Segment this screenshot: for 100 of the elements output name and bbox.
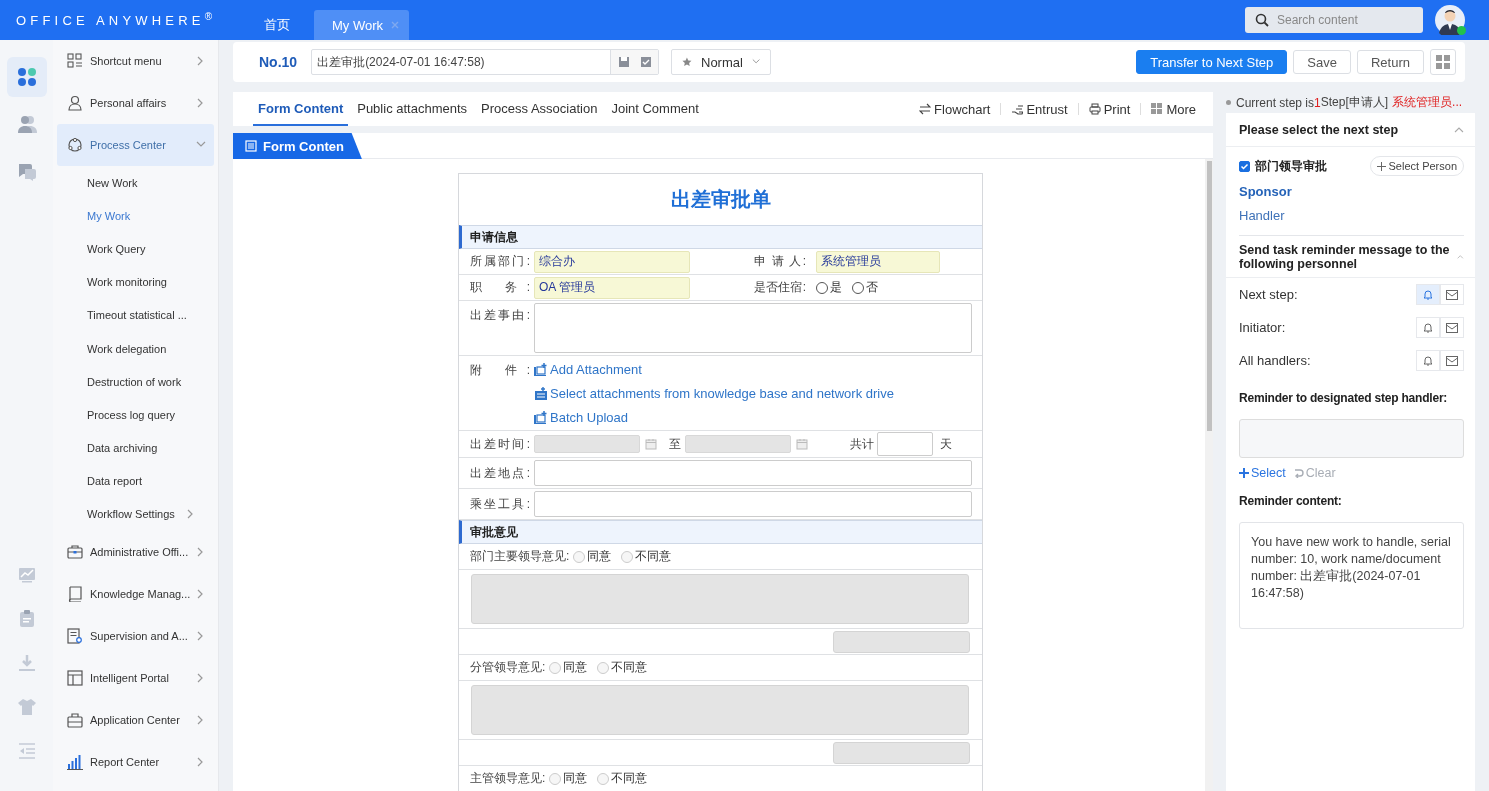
- flow-arrows-icon: [919, 103, 932, 115]
- toolbar-button[interactable]: Return: [1356, 50, 1424, 74]
- grid-icon: [67, 53, 83, 69]
- input-field[interactable]: [534, 491, 972, 517]
- menu-item[interactable]: Application Center: [57, 699, 214, 742]
- print-icon: [1088, 103, 1101, 115]
- field-label: 出差时间:: [470, 435, 530, 453]
- role-option[interactable]: Sponsor: [1239, 179, 1464, 203]
- field-label: 是否住宿:: [754, 279, 806, 296]
- reminder-text-area[interactable]: You have new work to handle, serial number: 10, work name/document number: 出差审批(2024-07-01 16:47:58): [1239, 522, 1464, 629]
- search-field[interactable]: Search content: [1245, 7, 1423, 33]
- signature-field[interactable]: [833, 741, 970, 764]
- menu-item[interactable]: Shortcut menu: [57, 40, 214, 82]
- reminder-label: Next step:: [1239, 287, 1298, 302]
- document-number: No.10: [259, 54, 298, 70]
- role-option[interactable]: Handler: [1239, 203, 1464, 227]
- handler-field[interactable]: [1239, 419, 1464, 458]
- bar-chart-icon: [67, 754, 83, 771]
- value-field[interactable]: 系统管理员: [816, 250, 940, 273]
- form-tab[interactable]: Public attachments: [352, 92, 473, 126]
- mail-toggle[interactable]: [1440, 350, 1464, 371]
- submenu-item[interactable]: Work delegation: [57, 331, 214, 366]
- menu-item[interactable]: Knowledge Manag...: [57, 573, 214, 616]
- submenu-item[interactable]: Process log query: [57, 398, 214, 432]
- attachment-link[interactable]: Batch Upload: [534, 405, 894, 429]
- comment-area[interactable]: [471, 685, 969, 735]
- menu-item[interactable]: Intelligent Portal: [57, 657, 214, 700]
- step-checkbox[interactable]: 部门领导审批: [1239, 157, 1327, 175]
- bell-toggle[interactable]: [1416, 317, 1440, 338]
- toolbar-link[interactable]: Print: [1088, 92, 1131, 126]
- calendar-icon[interactable]: [645, 438, 657, 450]
- avatar[interactable]: [1435, 5, 1465, 35]
- toolbar-link[interactable]: Flowchart: [919, 92, 991, 126]
- form-tab[interactable]: Form Content: [253, 92, 349, 126]
- comment-area[interactable]: [471, 574, 969, 624]
- rail-button[interactable]: [6, 57, 47, 97]
- menu-item[interactable]: Process Center: [57, 124, 214, 166]
- submenu-item[interactable]: Data archiving: [57, 431, 214, 465]
- mail-toggle[interactable]: [1440, 284, 1464, 305]
- attachment-link[interactable]: Select attachments from knowledge base and network drive: [534, 381, 894, 405]
- radio-option[interactable]: 不同意: [597, 659, 648, 676]
- transfer-button[interactable]: Transfer to Next Step: [1136, 50, 1288, 74]
- logo: OFFICE ANYWHERE$^{®}$: [16, 11, 214, 29]
- text-area[interactable]: [534, 303, 972, 353]
- submenu-item[interactable]: Data report: [57, 464, 214, 498]
- value-field[interactable]: OA 管理员: [534, 276, 690, 299]
- submenu-item[interactable]: Destruction of work: [57, 365, 214, 399]
- submenu-item[interactable]: New Work: [57, 166, 214, 200]
- value-field[interactable]: 综合办: [534, 250, 690, 273]
- form-tab[interactable]: Process Association: [476, 92, 603, 126]
- form-tab[interactable]: Joint Comment: [606, 92, 704, 126]
- calendar-icon[interactable]: [796, 438, 808, 450]
- radio-option[interactable]: 同意: [573, 548, 612, 565]
- submenu-item[interactable]: Work Query: [57, 232, 214, 266]
- menu-item[interactable]: Report Center: [57, 741, 214, 784]
- layout-button[interactable]: [1430, 49, 1456, 75]
- date-field[interactable]: [685, 435, 791, 453]
- submenu-item[interactable]: Timeout statistical ...: [57, 298, 214, 332]
- radio-option[interactable]: 否: [852, 279, 878, 296]
- field-label: 所属部门:: [470, 253, 530, 270]
- select-link[interactable]: Select: [1239, 466, 1286, 480]
- toolbar-button[interactable]: Save: [1293, 50, 1351, 74]
- priority-dropdown[interactable]: Normal: [671, 49, 772, 75]
- menu-item[interactable]: Personal affairs: [57, 82, 214, 124]
- date-field[interactable]: [534, 435, 640, 453]
- radio-option[interactable]: 不同意: [597, 770, 648, 787]
- title-field[interactable]: 出差审批(2024-07-01 16:47:58): [311, 49, 660, 75]
- menu-item[interactable]: Administrative Offi...: [57, 531, 214, 574]
- page-tab[interactable]: 首页: [246, 10, 302, 40]
- scrollbar[interactable]: [1205, 159, 1213, 791]
- panel-title: Please select the next step: [1239, 122, 1399, 137]
- bell-toggle[interactable]: [1416, 350, 1440, 371]
- chevron-up-icon[interactable]: [1454, 125, 1464, 134]
- reminder-label: Initiator:: [1239, 320, 1286, 335]
- submenu-item[interactable]: Work monitoring: [57, 265, 214, 299]
- check-icon[interactable]: [640, 56, 653, 68]
- radio-option[interactable]: 不同意: [621, 548, 672, 565]
- radio-option[interactable]: 是: [816, 279, 842, 296]
- save-icon[interactable]: [618, 56, 631, 68]
- submenu-item[interactable]: Workflow Settings: [57, 497, 214, 532]
- bell-toggle[interactable]: [1416, 284, 1440, 305]
- field-label: 分管领导意见:: [470, 659, 546, 676]
- search-icon: [1255, 13, 1269, 27]
- toolbar-link[interactable]: More: [1151, 92, 1196, 126]
- apps-icon: [16, 67, 37, 87]
- download-icon: [16, 653, 37, 673]
- toolbar-link[interactable]: Entrust: [1011, 92, 1068, 126]
- input-field[interactable]: [534, 460, 972, 486]
- radio-option[interactable]: 同意: [549, 770, 588, 787]
- select-person-button[interactable]: Select Person: [1369, 156, 1464, 176]
- mail-toggle[interactable]: [1440, 317, 1464, 338]
- signature-field[interactable]: [833, 630, 970, 653]
- radio-option[interactable]: 同意: [549, 659, 588, 676]
- close-icon[interactable]: [391, 21, 400, 29]
- menu-item[interactable]: Supervision and A...: [57, 615, 214, 658]
- chevron-up-icon[interactable]: [1457, 252, 1464, 261]
- attachment-link[interactable]: Add Attachment: [534, 357, 894, 381]
- mail-icon: [1446, 355, 1458, 366]
- submenu-item[interactable]: My Work: [57, 199, 214, 233]
- days-field[interactable]: [877, 432, 933, 456]
